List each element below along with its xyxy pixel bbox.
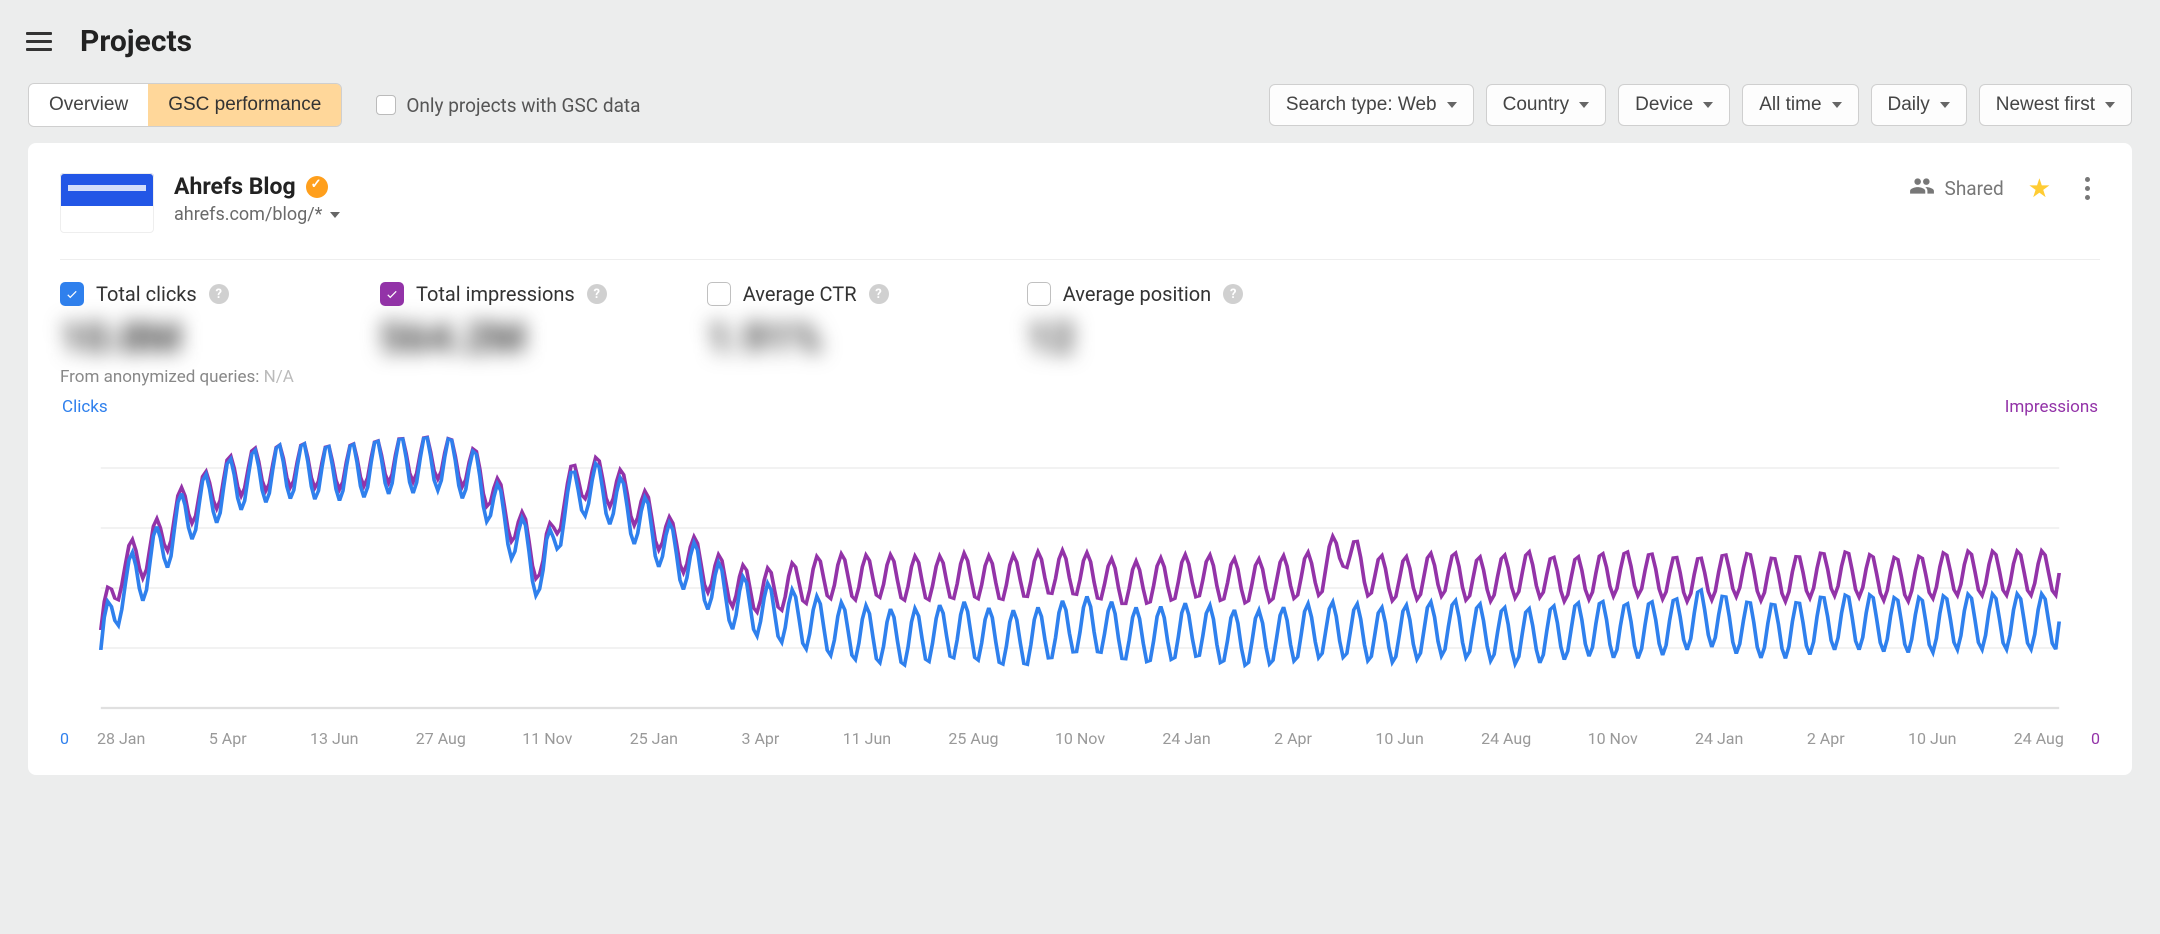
filter-search-type[interactable]: Search type: Web (1269, 84, 1474, 126)
help-icon[interactable]: ? (209, 284, 229, 304)
project-thumbnail (60, 173, 154, 233)
project-card: Ahrefs Blog ahrefs.com/blog/* Shared ★ (28, 143, 2132, 775)
filter-country[interactable]: Country (1486, 84, 1607, 126)
project-url: ahrefs.com/blog/* (174, 204, 322, 225)
menu-icon[interactable] (22, 28, 56, 55)
x-axis-tick: 10 Nov (1588, 729, 1638, 748)
x-axis-tick: 13 Jun (310, 729, 358, 748)
checkbox-unchecked-icon (1027, 282, 1051, 306)
filter-sort-label: Newest first (1996, 94, 2095, 116)
chevron-down-icon (330, 212, 340, 218)
chevron-down-icon (1703, 102, 1713, 108)
x-axis-tick: 10 Nov (1055, 729, 1105, 748)
filter-sort[interactable]: Newest first (1979, 84, 2132, 126)
metric-ctr: Average CTR ? 1.91% (707, 282, 927, 363)
metric-ctr-label: Average CTR (743, 282, 857, 306)
view-tabs: Overview GSC performance (28, 83, 342, 127)
chart: Clicks Impressions 0 0 28 Jan 5 Apr 13 Jun… (60, 397, 2100, 751)
chart-x-axis: 0 0 28 Jan 5 Apr 13 Jun 27 Aug 11 Nov 25 Jan 3… (60, 729, 2100, 751)
metric-clicks-label: Total clicks (96, 282, 197, 306)
metrics-row: Total clicks ? 10.8M Total impressions ?… (60, 260, 2100, 363)
filter-device-label: Device (1635, 94, 1693, 116)
verified-badge-icon (306, 176, 328, 198)
chart-canvas[interactable] (60, 423, 2100, 723)
metric-impressions-label: Total impressions (416, 282, 575, 306)
chevron-down-icon (1447, 102, 1457, 108)
chevron-down-icon (1579, 102, 1589, 108)
x-axis-tick: 25 Jan (630, 729, 678, 748)
page-title: Projects (80, 24, 192, 59)
metric-impressions: Total impressions ? 564.2M (380, 282, 607, 363)
metric-position-value: 12 (1027, 314, 1247, 363)
filter-search-type-label: Search type: Web (1286, 94, 1437, 116)
axis-left-zero: 0 (60, 729, 69, 748)
filter-time[interactable]: All time (1742, 84, 1858, 126)
chevron-down-icon (1832, 102, 1842, 108)
metric-impressions-value: 564.2M (380, 314, 607, 363)
metric-position-toggle[interactable]: Average position ? (1027, 282, 1247, 306)
shared-label: Shared (1945, 177, 2004, 200)
filter-granularity-label: Daily (1888, 94, 1930, 116)
filter-time-label: All time (1759, 94, 1821, 116)
checkbox-unchecked-icon (707, 282, 731, 306)
x-axis-tick: 2 Apr (1807, 729, 1845, 748)
project-title: Ahrefs Blog (174, 173, 296, 200)
metric-clicks-value: 10.8M (60, 314, 280, 363)
only-gsc-label: Only projects with GSC data (406, 94, 640, 117)
x-axis-tick: 2 Apr (1274, 729, 1312, 748)
x-axis-tick: 24 Jan (1695, 729, 1743, 748)
help-icon[interactable]: ? (869, 284, 889, 304)
chevron-down-icon (2105, 102, 2115, 108)
x-axis-tick: 24 Aug (2014, 729, 2064, 748)
checkbox-checked-icon (60, 282, 84, 306)
tab-overview[interactable]: Overview (29, 84, 148, 126)
anonymized-queries-note: From anonymized queries: N/A (60, 367, 2100, 387)
filter-country-label: Country (1503, 94, 1570, 116)
metric-impressions-toggle[interactable]: Total impressions ? (380, 282, 607, 306)
metric-ctr-value: 1.91% (707, 314, 927, 363)
only-gsc-checkbox[interactable]: Only projects with GSC data (376, 94, 640, 117)
x-axis-tick: 5 Apr (209, 729, 247, 748)
help-icon[interactable]: ? (1223, 284, 1243, 304)
help-icon[interactable]: ? (587, 284, 607, 304)
x-axis-tick: 11 Nov (522, 729, 572, 748)
shared-indicator[interactable]: Shared (1909, 173, 2004, 204)
people-icon (1909, 173, 1935, 204)
chart-legend-impressions: Impressions (2005, 397, 2098, 417)
metric-position: Average position ? 12 (1027, 282, 1247, 363)
x-axis-tick: 24 Jan (1162, 729, 1210, 748)
x-axis-tick: 11 Jun (843, 729, 891, 748)
metric-clicks: Total clicks ? 10.8M (60, 282, 280, 363)
x-axis-tick: 27 Aug (416, 729, 466, 748)
more-menu-icon[interactable] (2075, 173, 2100, 204)
checkbox-checked-icon (380, 282, 404, 306)
filter-granularity[interactable]: Daily (1871, 84, 1967, 126)
x-axis-tick: 10 Jun (1908, 729, 1956, 748)
x-axis-tick: 25 Aug (948, 729, 998, 748)
axis-right-zero: 0 (2091, 729, 2100, 748)
filter-device[interactable]: Device (1618, 84, 1730, 126)
x-axis-tick: 10 Jun (1375, 729, 1423, 748)
chart-legend-clicks: Clicks (62, 397, 108, 417)
chevron-down-icon (1940, 102, 1950, 108)
metric-position-label: Average position (1063, 282, 1211, 306)
project-url-dropdown[interactable]: ahrefs.com/blog/* (174, 204, 340, 225)
anon-prefix: From anonymized queries: (60, 367, 259, 387)
checkbox-icon (376, 95, 396, 115)
x-axis-tick: 24 Aug (1481, 729, 1531, 748)
tab-gsc-performance[interactable]: GSC performance (148, 84, 341, 126)
x-axis-tick: 3 Apr (741, 729, 779, 748)
x-axis-tick: 28 Jan (97, 729, 145, 748)
star-icon[interactable]: ★ (2028, 174, 2051, 204)
metric-ctr-toggle[interactable]: Average CTR ? (707, 282, 927, 306)
anon-value: N/A (264, 367, 294, 387)
metric-clicks-toggle[interactable]: Total clicks ? (60, 282, 280, 306)
